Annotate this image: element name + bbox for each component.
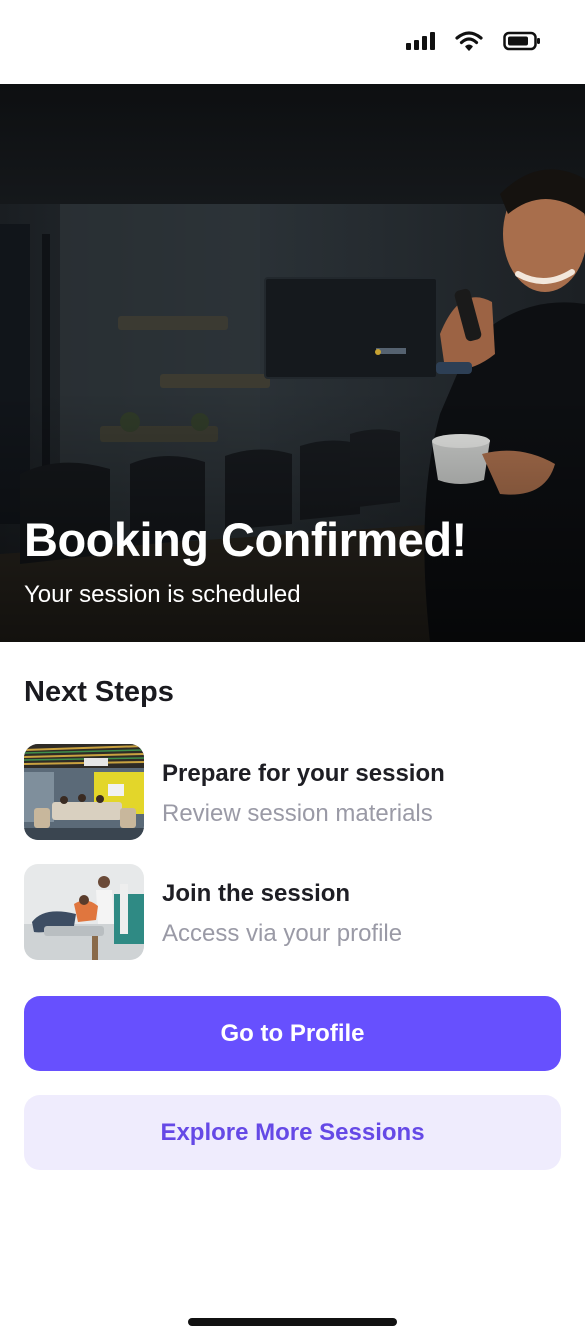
step-title: Prepare for your session	[162, 760, 445, 787]
booking-confirmed-screen: Booking Confirmed! Your session is sched…	[0, 0, 585, 1338]
next-step-prepare[interactable]: Prepare for your session Review session …	[24, 744, 564, 840]
hero-banner: Booking Confirmed! Your session is sched…	[0, 84, 585, 642]
meeting-room-thumbnail	[24, 744, 144, 840]
step-subtitle: Review session materials	[162, 800, 433, 827]
next-step-join[interactable]: Join the session Access via your profile	[24, 864, 564, 960]
go-to-profile-button[interactable]: Go to Profile	[24, 996, 561, 1071]
next-steps-heading: Next Steps	[24, 676, 174, 708]
session-thumbnail	[24, 864, 144, 960]
status-icons	[406, 30, 541, 52]
home-indicator[interactable]	[188, 1318, 397, 1326]
battery-icon	[503, 31, 540, 51]
wifi-icon	[455, 31, 483, 51]
hero-title: Booking Confirmed!	[24, 513, 467, 566]
step-title: Join the session	[162, 880, 351, 907]
explore-more-sessions-button[interactable]: Explore More Sessions	[24, 1095, 561, 1170]
status-bar	[0, 0, 585, 84]
signal-icon	[406, 32, 435, 50]
step-subtitle: Access via your profile	[162, 920, 403, 947]
hero-subtitle: Your session is scheduled	[24, 581, 301, 608]
